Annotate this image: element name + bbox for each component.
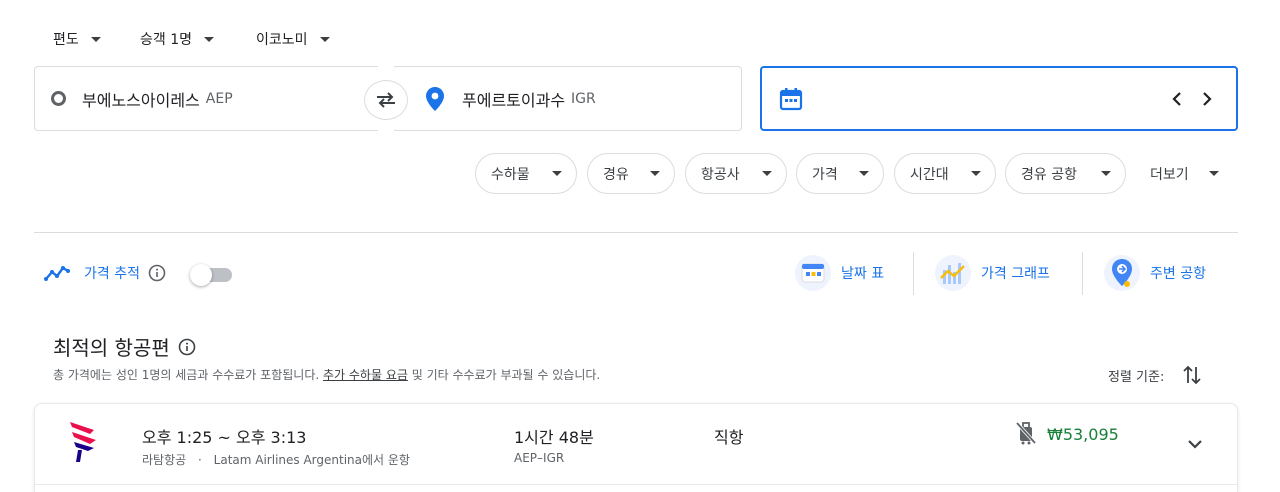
caret-down-icon	[971, 171, 981, 176]
operated-by: Latam Airlines Argentina에서 운항	[213, 453, 410, 467]
disclaimer-text: 총 가격에는 성인 1명의 세금과 수수료가 포함됩니다.	[53, 368, 323, 382]
passengers-label: 승객 1명	[140, 32, 192, 48]
caret-down-icon	[90, 36, 101, 42]
expand-flight-button[interactable]	[1183, 432, 1207, 456]
caret-down-icon	[319, 36, 330, 42]
filter-connecting-airports-label: 경유 공항	[1021, 166, 1077, 183]
info-icon[interactable]	[148, 264, 166, 282]
origin-field[interactable]: 부에노스아이레스 AEP	[34, 66, 384, 131]
swap-button[interactable]	[364, 80, 408, 120]
chevron-left-icon	[1170, 91, 1184, 107]
destination-city: 푸에르토이과수	[462, 90, 566, 110]
caret-down-icon	[204, 36, 214, 42]
origin-city: 부에노스아이레스	[82, 90, 200, 110]
tool-separator	[913, 252, 914, 295]
trend-line-icon	[44, 264, 70, 282]
caret-down-icon	[859, 171, 869, 176]
trip-type-label: 편도	[53, 32, 79, 48]
swap-arrows-icon	[374, 90, 398, 110]
flight-price: ₩53,095	[1047, 425, 1119, 444]
trip-type-select[interactable]: 편도	[53, 28, 101, 50]
airline-info: 라탐항공 · Latam Airlines Argentina에서 운항	[142, 451, 410, 468]
sort-label: 정렬 기준:	[1108, 369, 1165, 385]
best-flights-heading: 최적의 항공편	[53, 332, 196, 361]
airline-logo	[68, 420, 98, 464]
price-tracking: 가격 추적	[44, 260, 166, 286]
flight-stops: 직항	[714, 428, 744, 447]
departure-date-field[interactable]	[760, 66, 1238, 131]
filter-bags-label: 수하물	[491, 166, 530, 183]
price-graph-button[interactable]: 가격 그래프	[935, 252, 1050, 294]
calendar-icon	[779, 87, 803, 111]
cabin-class-label: 이코노미	[256, 32, 308, 48]
nearby-airports-button[interactable]: 주변 공항	[1104, 252, 1206, 294]
price-graph-label: 가격 그래프	[981, 266, 1050, 282]
caret-down-icon	[762, 171, 772, 176]
card-bottom-line	[34, 484, 1238, 485]
filter-airlines-label: 항공사	[701, 166, 740, 183]
extra-bag-fees-link[interactable]: 추가 수하물 요금	[323, 368, 408, 382]
date-grid-icon	[795, 255, 831, 291]
filter-times-chip[interactable]: 시간대	[894, 153, 996, 194]
nearby-airports-label: 주변 공항	[1150, 266, 1206, 282]
chevron-down-icon	[1187, 439, 1203, 449]
filter-stops-label: 경유	[603, 166, 629, 183]
sort-control[interactable]: 정렬 기준:	[1108, 364, 1202, 386]
more-filters-label: 더보기	[1150, 166, 1189, 183]
destination-code: IGR	[571, 90, 596, 107]
caret-down-icon	[552, 171, 562, 176]
filter-connecting-airports-chip[interactable]: 경유 공항	[1005, 153, 1126, 194]
tool-separator	[1082, 252, 1083, 295]
filter-bags-chip[interactable]: 수하물	[475, 153, 577, 194]
filter-times-label: 시간대	[910, 166, 949, 183]
caret-down-icon	[650, 171, 660, 176]
info-icon[interactable]	[178, 338, 196, 356]
filter-price-chip[interactable]: 가격	[796, 153, 884, 194]
date-grid-label: 날짜 표	[841, 266, 885, 282]
filter-stops-chip[interactable]: 경유	[587, 153, 675, 194]
caret-down-icon	[1101, 171, 1111, 176]
sort-arrows-icon	[1182, 364, 1202, 386]
price-disclaimer: 총 가격에는 성인 1명의 세금과 수수료가 포함됩니다. 추가 수하물 요금 …	[53, 366, 600, 383]
cabin-class-select[interactable]: 이코노미	[256, 28, 330, 50]
previous-date-button[interactable]	[1170, 68, 1184, 129]
origin-circle-icon	[51, 91, 66, 106]
filter-price-label: 가격	[812, 166, 838, 183]
nearby-airport-pin-icon	[1104, 255, 1140, 291]
origin-code: AEP	[205, 90, 233, 107]
chevron-right-icon	[1200, 91, 1214, 107]
price-graph-icon	[935, 255, 971, 291]
location-pin-icon	[426, 86, 444, 111]
more-filters-button[interactable]: 더보기	[1150, 153, 1219, 194]
airline-separator: ·	[198, 453, 202, 467]
no-carry-on-bag-icon	[1015, 421, 1037, 445]
toggle-knob	[190, 264, 212, 286]
next-date-button[interactable]	[1200, 68, 1214, 129]
best-flights-title: 최적의 항공편	[53, 336, 170, 360]
passengers-select[interactable]: 승객 1명	[140, 28, 214, 50]
caret-down-icon	[1208, 171, 1219, 176]
flight-duration: 1시간 48분	[514, 428, 594, 447]
flight-times: 오후 1:25 ~ 오후 3:13	[142, 428, 307, 447]
price-tracking-label: 가격 추적	[84, 266, 140, 282]
section-divider	[34, 232, 1238, 233]
disclaimer-text-tail: 및 기타 수수료가 부과될 수 있습니다.	[407, 368, 601, 382]
airline-name: 라탐항공	[142, 453, 187, 467]
destination-field[interactable]: 푸에르토이과수 IGR	[392, 66, 742, 131]
date-grid-button[interactable]: 날짜 표	[795, 252, 884, 294]
filter-airlines-chip[interactable]: 항공사	[685, 153, 787, 194]
flight-route: AEP–IGR	[514, 451, 565, 465]
price-tracking-toggle[interactable]	[190, 263, 234, 286]
